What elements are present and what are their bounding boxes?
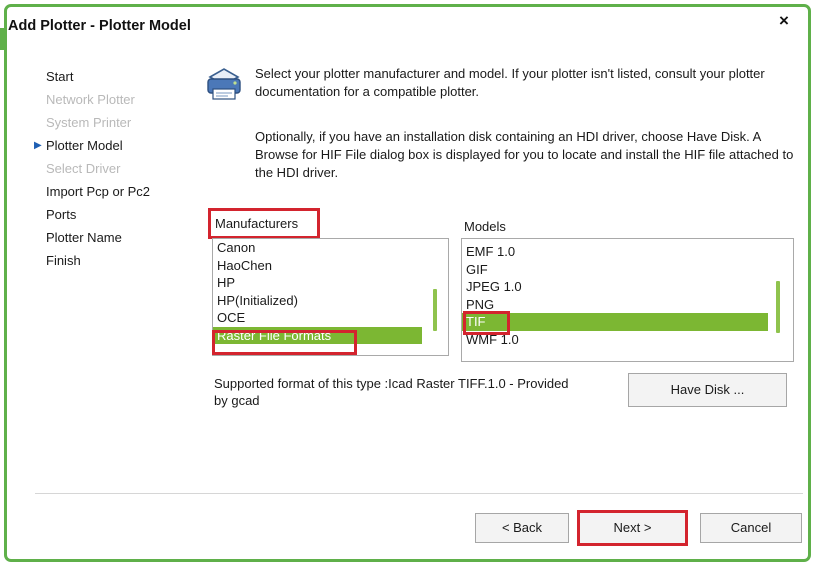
- list-item[interactable]: WMF 1.0: [462, 331, 793, 349]
- next-button[interactable]: Next >: [577, 510, 688, 546]
- list-item[interactable]: Canon: [213, 239, 448, 257]
- manufacturers-label: Manufacturers: [215, 216, 299, 231]
- have-disk-button[interactable]: Have Disk ...: [628, 373, 787, 407]
- models-list[interactable]: EMF 1.0 GIF JPEG 1.0 PNG TIF WMF 1.0: [461, 238, 794, 362]
- models-scrollbar[interactable]: [776, 281, 780, 333]
- plotter-icon: [204, 63, 244, 103]
- list-item[interactable]: HaoChen: [213, 257, 448, 275]
- manufacturers-scrollbar[interactable]: [433, 289, 437, 331]
- list-item-selected[interactable]: Raster File Formats: [213, 326, 422, 344]
- step-plotter-name: Plotter Name: [46, 230, 122, 245]
- step-network-plotter: Network Plotter: [46, 92, 135, 107]
- cancel-button[interactable]: Cancel: [700, 513, 802, 543]
- list-item[interactable]: HP: [213, 274, 448, 292]
- manufacturers-list[interactable]: Canon HaoChen HP HP(Initialized) OCE Ras…: [212, 238, 449, 356]
- list-item[interactable]: JPEG 1.0: [462, 278, 793, 296]
- step-system-printer: System Printer: [46, 115, 132, 130]
- back-button[interactable]: < Back: [475, 513, 569, 543]
- step-start: Start: [46, 69, 74, 84]
- list-item[interactable]: HP(Initialized): [213, 292, 448, 310]
- list-item[interactable]: GIF: [462, 261, 793, 279]
- step-select-driver: Select Driver: [46, 161, 121, 176]
- supported-format-text: Supported format of this type :Icad Rast…: [214, 376, 569, 408]
- models-label: Models: [464, 219, 506, 234]
- step-import-pcp: Import Pcp or Pc2: [46, 184, 151, 199]
- step-plotter-model: ▶ Plotter Model: [34, 134, 150, 157]
- optional-instruction-text: Optionally, if you have an installation …: [255, 129, 794, 180]
- close-icon[interactable]: ×: [779, 12, 789, 29]
- list-item[interactable]: OCE: [213, 309, 448, 327]
- step-finish: Finish: [46, 253, 81, 268]
- title-accent-bar: [0, 28, 7, 50]
- list-item[interactable]: PNG: [462, 296, 793, 314]
- instruction-text: Select your plotter manufacturer and mod…: [255, 66, 765, 99]
- step-plotter-model-label: Plotter Model: [46, 138, 123, 153]
- wizard-steps: Start Network Plotter System Printer ▶ P…: [34, 65, 151, 272]
- list-item-selected[interactable]: TIF: [462, 313, 768, 331]
- dialog-title: Add Plotter - Plotter Model: [8, 18, 191, 34]
- current-step-arrow-icon: ▶: [34, 140, 42, 151]
- step-ports: Ports: [46, 207, 77, 222]
- footer-divider: [35, 493, 803, 494]
- list-item[interactable]: EMF 1.0: [462, 239, 793, 261]
